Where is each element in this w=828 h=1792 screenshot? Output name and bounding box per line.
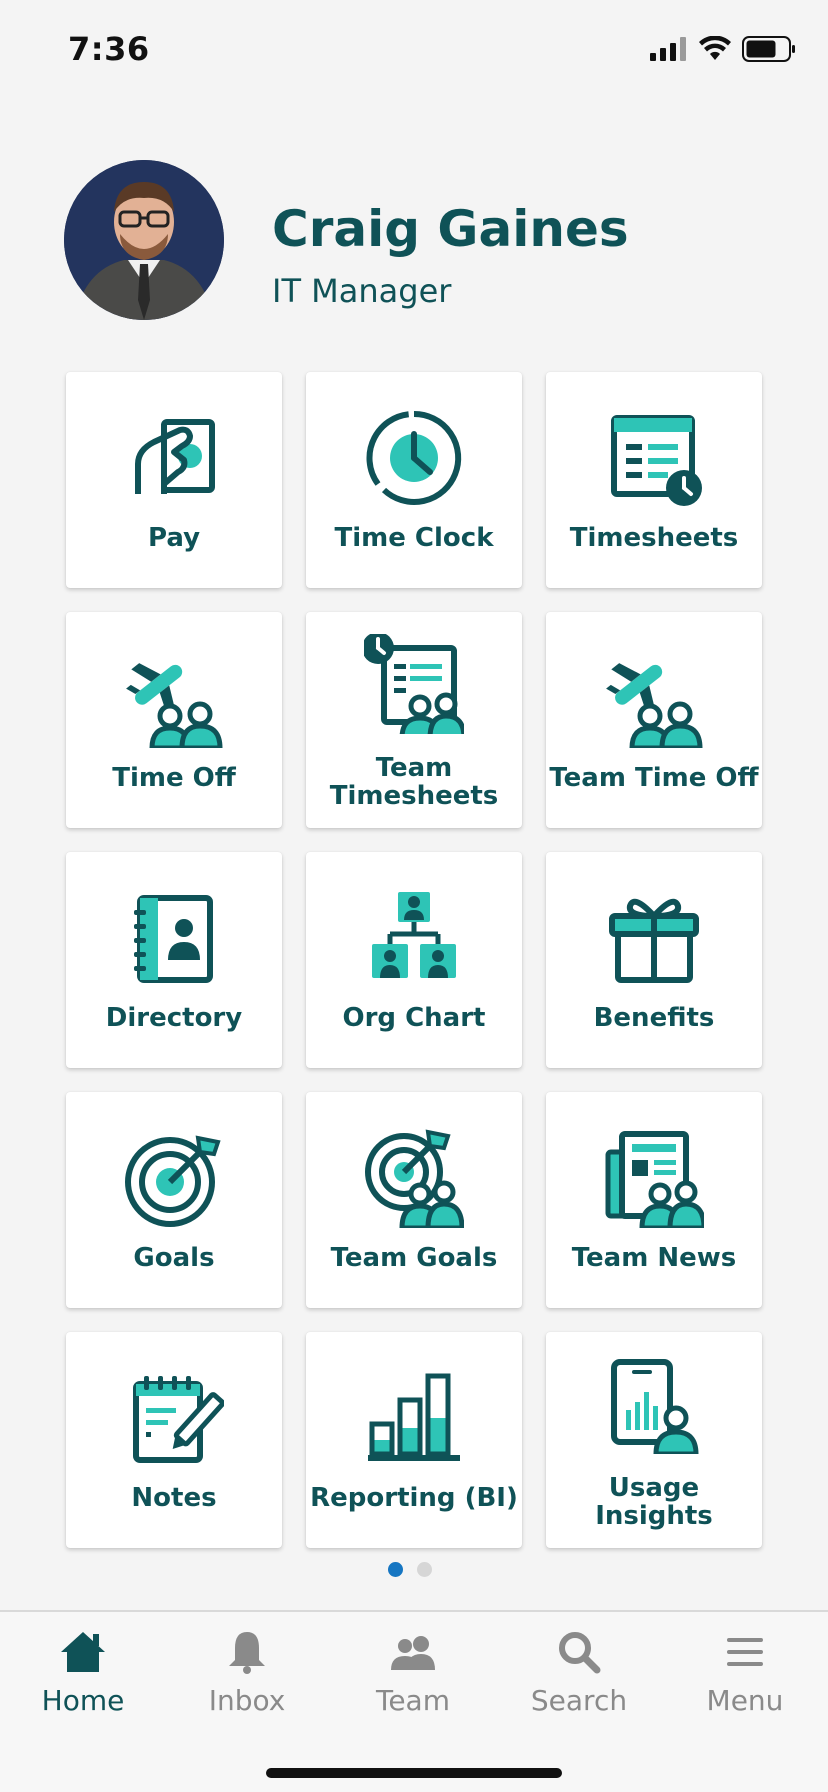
news-icon — [605, 1131, 704, 1228]
app-tile-grid: Pay Time Clock Timesheets Time Off Team … — [66, 372, 764, 1548]
bar-chart-icon — [368, 1373, 460, 1461]
tile-label-line: Timesheets — [329, 781, 499, 811]
tile-label: Time Off — [112, 763, 236, 793]
team-time-off-icon — [606, 663, 703, 748]
hamburger-menu-icon — [727, 1638, 763, 1666]
bottom-tab-bar: Home Inbox Team Search Menu — [0, 1610, 828, 1792]
tile-label: Usage Insights — [546, 1474, 762, 1530]
tile-pay[interactable]: Pay — [66, 372, 282, 588]
tab-team[interactable]: Team — [338, 1630, 488, 1730]
tile-label: Reporting (BI) — [310, 1483, 518, 1513]
home-indicator[interactable] — [266, 1768, 562, 1778]
tile-team-timesheets[interactable]: Team Timesheets — [306, 612, 522, 828]
page-dot-2[interactable] — [417, 1562, 432, 1577]
target-icon — [125, 1135, 221, 1227]
tile-notes[interactable]: Notes — [66, 1332, 282, 1548]
tile-label: Team Goals — [330, 1243, 498, 1273]
tab-label: Search — [530, 1684, 628, 1717]
tile-label: Org Chart — [342, 1003, 486, 1033]
cellular-signal-icon — [650, 37, 686, 61]
tile-team-time-off[interactable]: Team Time Off — [546, 612, 762, 828]
avatar-portrait-icon — [64, 160, 224, 320]
tile-label: Benefits — [593, 1003, 715, 1033]
tile-directory[interactable]: Directory — [66, 852, 282, 1068]
status-icons — [650, 36, 796, 62]
time-off-icon — [126, 663, 223, 748]
profile-header: Craig Gaines IT Manager — [64, 160, 764, 320]
tile-reporting-bi[interactable]: Reporting (BI) — [306, 1332, 522, 1548]
timesheets-icon — [611, 415, 702, 506]
tab-home[interactable]: Home — [8, 1630, 158, 1730]
tile-label-line: Usage — [608, 1473, 700, 1503]
wifi-icon — [699, 36, 731, 60]
tile-label: Team Timesheets — [306, 754, 522, 810]
profile-role: IT Manager — [272, 272, 452, 310]
team-timesheets-icon — [364, 634, 464, 734]
directory-icon — [134, 895, 213, 983]
bell-icon — [229, 1632, 265, 1674]
tab-label: Home — [41, 1684, 125, 1717]
avatar[interactable] — [64, 160, 224, 320]
tile-label: Directory — [105, 1003, 243, 1033]
status-bar: 7:36 — [0, 0, 828, 100]
tile-team-goals[interactable]: Team Goals — [306, 1092, 522, 1308]
tile-label: Time Clock — [334, 523, 494, 553]
tab-search[interactable]: Search — [504, 1630, 654, 1730]
usage-insights-icon — [611, 1359, 699, 1454]
team-goals-icon — [365, 1129, 464, 1228]
tile-usage-insights[interactable]: Usage Insights — [546, 1332, 762, 1548]
tile-goals[interactable]: Goals — [66, 1092, 282, 1308]
tile-label-line: Team — [375, 753, 453, 783]
battery-icon — [742, 36, 795, 62]
tile-team-news[interactable]: Team News — [546, 1092, 762, 1308]
clock-icon — [366, 410, 462, 505]
tile-label: Team Time Off — [549, 763, 759, 793]
tab-label: Team — [375, 1684, 450, 1717]
tile-label: Team News — [571, 1243, 737, 1273]
home-icon — [61, 1632, 105, 1672]
tile-label-line: Insights — [595, 1501, 713, 1531]
tile-label: Goals — [133, 1243, 215, 1273]
notes-icon — [133, 1376, 224, 1463]
tab-inbox[interactable]: Inbox — [172, 1630, 322, 1730]
status-time: 7:36 — [68, 30, 150, 68]
profile-name: Craig Gaines — [272, 200, 629, 258]
search-icon — [559, 1632, 601, 1674]
tile-time-off[interactable]: Time Off — [66, 612, 282, 828]
tile-time-clock[interactable]: Time Clock — [306, 372, 522, 588]
tab-menu[interactable]: Menu — [670, 1630, 820, 1730]
tile-benefits[interactable]: Benefits — [546, 852, 762, 1068]
page-indicator — [388, 1562, 432, 1577]
tile-label: Notes — [131, 1483, 217, 1513]
team-icon — [391, 1636, 435, 1670]
tab-label: Menu — [706, 1684, 784, 1717]
page-dot-1[interactable] — [388, 1562, 403, 1577]
tile-timesheets[interactable]: Timesheets — [546, 372, 762, 588]
tile-label: Pay — [147, 523, 201, 553]
tile-label: Timesheets — [569, 523, 739, 553]
pay-icon — [135, 419, 215, 494]
org-chart-icon — [372, 892, 456, 978]
tab-label: Inbox — [208, 1684, 286, 1717]
tile-org-chart[interactable]: Org Chart — [306, 852, 522, 1068]
gift-icon — [609, 898, 699, 983]
